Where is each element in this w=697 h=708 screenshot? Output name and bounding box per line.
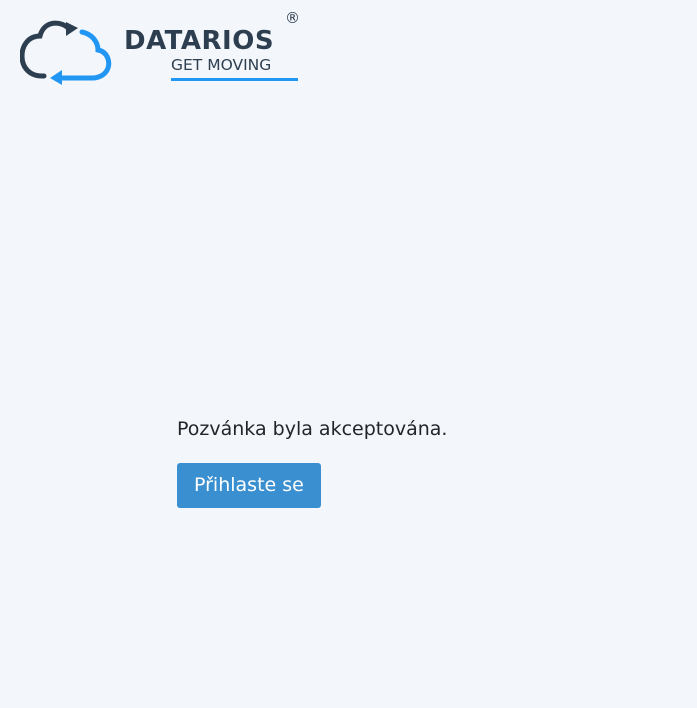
cloud-sync-icon	[20, 20, 112, 85]
logo-tagline: GET MOVING	[171, 56, 272, 74]
registered-mark: ®	[285, 9, 300, 27]
logo-underline	[171, 78, 298, 81]
logo-name: DATARIOS	[124, 26, 275, 56]
main-content: Pozvánka byla akceptována. Přihlaste se	[177, 415, 447, 508]
invitation-accepted-message: Pozvánka byla akceptována.	[177, 418, 448, 440]
login-button[interactable]: Přihlaste se	[177, 463, 321, 508]
datarios-logo[interactable]: DATARIOS ® GET MOVING	[20, 10, 302, 86]
